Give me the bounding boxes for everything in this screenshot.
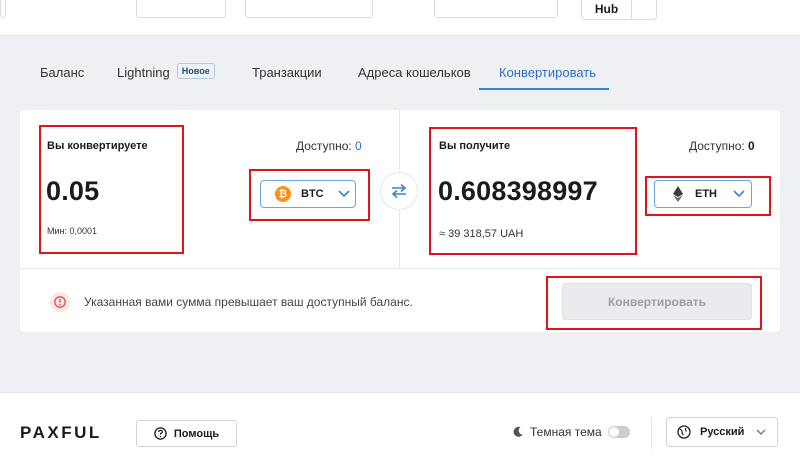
- highlight-box: [39, 125, 184, 254]
- tab-convert[interactable]: Конвертировать: [499, 65, 596, 89]
- divider: [20, 268, 780, 269]
- tab-label: Баланс: [40, 65, 85, 80]
- tab-label: Адреса кошельков: [358, 65, 471, 80]
- hub-button[interactable]: Hub: [581, 0, 657, 20]
- highlight-box: [429, 127, 637, 255]
- tab-label: Конвертировать: [499, 65, 597, 80]
- highlight-box: [546, 276, 762, 330]
- active-tab-indicator: [479, 88, 609, 90]
- wallet-tabs: Баланс Lightning Новое Транзакции Адреса…: [0, 37, 800, 95]
- available-value[interactable]: 0: [355, 139, 362, 153]
- globe-icon: [677, 425, 691, 439]
- tab-label: Транзакции: [252, 65, 322, 80]
- language-select[interactable]: Русский: [666, 417, 778, 447]
- warning-icon: [50, 292, 70, 312]
- paxful-logo[interactable]: PAXFUL: [20, 423, 102, 443]
- highlight-box: [645, 176, 771, 216]
- top-fragment: [434, 0, 558, 18]
- moon-icon: [513, 426, 523, 437]
- question-icon: [154, 427, 167, 440]
- chevron-down-icon: [756, 429, 766, 435]
- divider: [651, 417, 652, 449]
- from-available: Доступно: 0: [296, 139, 362, 153]
- available-label: Доступно:: [296, 139, 352, 153]
- highlight-box: [249, 169, 370, 221]
- tab-lightning[interactable]: Lightning Новое: [117, 63, 215, 89]
- tab-transactions[interactable]: Транзакции: [252, 65, 322, 89]
- tab-label: Lightning: [117, 65, 170, 80]
- help-label: Помощь: [173, 427, 220, 440]
- hub-label: Hub: [582, 0, 632, 19]
- exclamation-icon: [54, 296, 66, 308]
- tab-balance[interactable]: Баланс: [40, 65, 84, 89]
- available-label: Доступно:: [689, 139, 745, 153]
- top-fragment: [245, 0, 373, 18]
- swap-button[interactable]: [380, 172, 418, 210]
- help-button[interactable]: Помощь: [136, 420, 237, 447]
- toggle-switch[interactable]: [607, 426, 630, 438]
- theme-label: Темная тема: [530, 425, 602, 439]
- to-available: Доступно: 0: [689, 139, 755, 153]
- swap-arrows-icon: [391, 183, 407, 199]
- warning-message: Указанная вами сумма превышает ваш досту…: [84, 295, 413, 309]
- top-fragment: [136, 0, 226, 18]
- language-label: Русский: [700, 426, 745, 438]
- available-value: 0: [748, 139, 755, 153]
- dark-theme-toggle[interactable]: Темная тема: [512, 425, 630, 439]
- top-bar: Hub: [0, 0, 800, 36]
- footer: PAXFUL Помощь Темная тема Русский: [0, 392, 800, 472]
- tab-wallet-addresses[interactable]: Адреса кошельков: [358, 65, 471, 89]
- new-badge: Новое: [176, 63, 215, 79]
- top-fragment: [0, 0, 6, 18]
